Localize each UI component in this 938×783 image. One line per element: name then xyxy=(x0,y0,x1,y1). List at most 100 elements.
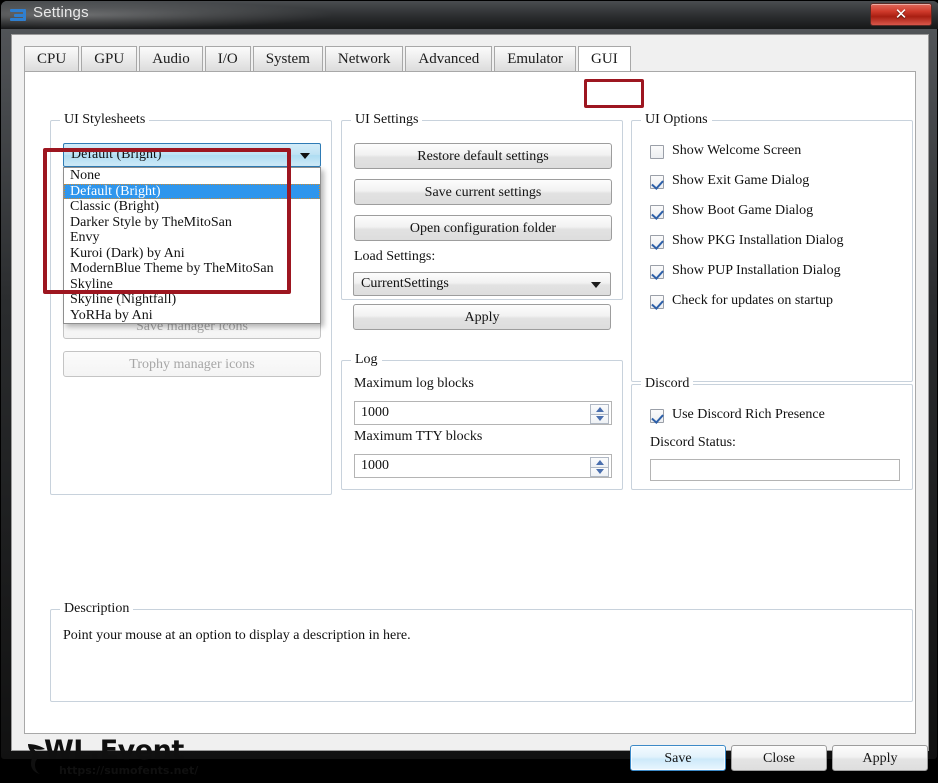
tab-emulator[interactable]: Emulator xyxy=(494,46,577,72)
list-item[interactable]: Envy xyxy=(64,230,320,246)
load-settings-combobox[interactable]: CurrentSettings xyxy=(353,272,611,296)
log-group: Log Maximum log blocks 1000 Maximum TTY … xyxy=(341,352,623,490)
ui-stylesheets-group: UI Stylesheets Default (Bright) None Def… xyxy=(50,112,332,495)
checkbox[interactable] xyxy=(650,409,664,423)
tab-cpu[interactable]: CPU xyxy=(24,46,80,72)
load-settings-label: Load Settings: xyxy=(354,249,436,264)
tab-label: Audio xyxy=(152,51,190,67)
gui-tab-page: UI Stylesheets Default (Bright) None Def… xyxy=(24,71,916,734)
tab-io[interactable]: I/O xyxy=(204,46,251,72)
restore-default-settings-button[interactable]: Restore default settings xyxy=(354,143,612,169)
option-label: Show PKG Installation Dialog xyxy=(672,233,844,248)
settings-window: Settings ✕ CPU GPU Audio I/O System Netw… xyxy=(0,0,938,777)
stepper-up-icon[interactable] xyxy=(590,404,609,414)
title-bar: Settings ✕ xyxy=(1,1,938,29)
checkbox[interactable] xyxy=(650,175,664,189)
tab-advanced[interactable]: Advanced xyxy=(405,46,493,72)
stepper-down-icon[interactable] xyxy=(590,466,609,477)
checkbox[interactable] xyxy=(650,295,664,309)
list-item[interactable]: Darker Style by TheMitoSan xyxy=(64,215,320,231)
logo-text: WL.Event xyxy=(44,735,184,766)
ui-settings-legend: UI Settings xyxy=(351,112,423,128)
chevron-down-icon xyxy=(591,282,601,288)
max-log-blocks-label: Maximum log blocks xyxy=(354,376,474,391)
option-show-welcome-screen[interactable]: Show Welcome Screen xyxy=(650,143,900,164)
option-check-for-updates-on-startup[interactable]: Check for updates on startup xyxy=(650,293,900,314)
description-text: Point your mouse at an option to display… xyxy=(63,628,411,643)
close-icon: ✕ xyxy=(894,6,908,23)
list-item[interactable]: None xyxy=(64,168,320,184)
stylesheet-combobox[interactable]: Default (Bright) xyxy=(63,143,321,167)
option-use-discord-rich-presence[interactable]: Use Discord Rich Presence xyxy=(650,407,900,428)
max-tty-blocks-value: 1000 xyxy=(361,458,389,473)
tab-label: I/O xyxy=(217,51,238,67)
apply-ui-settings-button[interactable]: Apply xyxy=(353,304,611,330)
option-label: Show PUP Installation Dialog xyxy=(672,263,841,278)
chevron-down-icon xyxy=(300,153,310,159)
option-label: Show Welcome Screen xyxy=(672,143,802,158)
stepper-up-icon[interactable] xyxy=(590,457,609,467)
close-window-button[interactable]: ✕ xyxy=(870,3,932,26)
stylesheet-combobox-value: Default (Bright) xyxy=(71,147,162,162)
option-label: Show Exit Game Dialog xyxy=(672,173,810,188)
settings-tab-bar: CPU GPU Audio I/O System Network Advance… xyxy=(24,46,633,72)
discord-status-label: Discord Status: xyxy=(650,435,736,450)
tab-gpu[interactable]: GPU xyxy=(81,46,138,72)
list-item[interactable]: Skyline xyxy=(64,277,320,293)
checkbox[interactable] xyxy=(650,205,664,219)
load-settings-value: CurrentSettings xyxy=(361,276,449,291)
option-label: Show Boot Game Dialog xyxy=(672,203,814,218)
wl-event-watermark: WL.Event https://sumofents.net/ xyxy=(24,735,204,783)
log-legend: Log xyxy=(351,352,382,368)
client-area: CPU GPU Audio I/O System Network Advance… xyxy=(11,34,929,777)
checkbox[interactable] xyxy=(650,265,664,279)
list-item[interactable]: YoRHa by Ani xyxy=(64,308,320,324)
option-show-boot-game-dialog[interactable]: Show Boot Game Dialog xyxy=(650,203,900,224)
max-tty-blocks-stepper[interactable] xyxy=(590,457,609,477)
discord-legend: Discord xyxy=(641,376,694,392)
ui-options-group: UI Options Show Welcome Screen Show Exit… xyxy=(631,112,913,382)
close-button[interactable]: Close xyxy=(731,745,827,771)
max-tty-blocks-label: Maximum TTY blocks xyxy=(354,429,483,444)
trophy-manager-icons-button: Trophy manager icons xyxy=(63,351,321,377)
option-label: Use Discord Rich Presence xyxy=(672,407,825,422)
list-item[interactable]: Skyline (Nightfall) xyxy=(64,292,320,308)
tab-system[interactable]: System xyxy=(252,46,323,72)
list-item[interactable]: Kuroi (Dark) by Ani xyxy=(64,246,320,262)
ui-stylesheets-legend: UI Stylesheets xyxy=(60,112,150,128)
save-button[interactable]: Save xyxy=(630,745,726,771)
list-item[interactable]: Classic (Bright) xyxy=(64,199,320,215)
tab-label: GPU xyxy=(94,51,125,67)
max-tty-blocks-spinbox[interactable]: 1000 xyxy=(354,454,612,478)
tab-label: CPU xyxy=(37,51,67,67)
max-log-blocks-stepper[interactable] xyxy=(590,404,609,424)
list-item[interactable]: ModernBlue Theme by TheMitoSan xyxy=(64,261,320,277)
option-show-pup-installation-dialog[interactable]: Show PUP Installation Dialog xyxy=(650,263,900,284)
option-show-exit-game-dialog[interactable]: Show Exit Game Dialog xyxy=(650,173,900,194)
open-configuration-folder-button[interactable]: Open configuration folder xyxy=(354,215,612,241)
discord-status-input[interactable] xyxy=(650,459,900,481)
tab-audio[interactable]: Audio xyxy=(139,46,203,72)
option-label: Check for updates on startup xyxy=(672,293,833,308)
max-log-blocks-spinbox[interactable]: 1000 xyxy=(354,401,612,425)
logo-url: https://sumofents.net/ xyxy=(59,764,199,777)
checkbox[interactable] xyxy=(650,145,664,159)
tab-network[interactable]: Network xyxy=(324,46,404,72)
apply-button[interactable]: Apply xyxy=(832,745,928,771)
tab-label: GUI xyxy=(591,51,618,67)
tab-label: Emulator xyxy=(507,51,564,67)
option-show-pkg-installation-dialog[interactable]: Show PKG Installation Dialog xyxy=(650,233,900,254)
list-item[interactable]: Default (Bright) xyxy=(64,183,320,199)
tab-label: System xyxy=(265,51,310,67)
window-title: Settings xyxy=(33,4,89,21)
description-group: Description Point your mouse at an optio… xyxy=(50,601,913,702)
stepper-down-icon[interactable] xyxy=(590,413,609,424)
ui-options-legend: UI Options xyxy=(641,112,712,128)
checkbox[interactable] xyxy=(650,235,664,249)
save-current-settings-button[interactable]: Save current settings xyxy=(354,179,612,205)
rpcs3-logo-icon xyxy=(10,7,26,23)
stylesheet-dropdown-list[interactable]: None Default (Bright) Classic (Bright) D… xyxy=(63,167,321,324)
description-legend: Description xyxy=(60,601,134,617)
tab-gui[interactable]: GUI xyxy=(578,46,631,72)
discord-group: Discord Use Discord Rich Presence Discor… xyxy=(631,376,913,490)
